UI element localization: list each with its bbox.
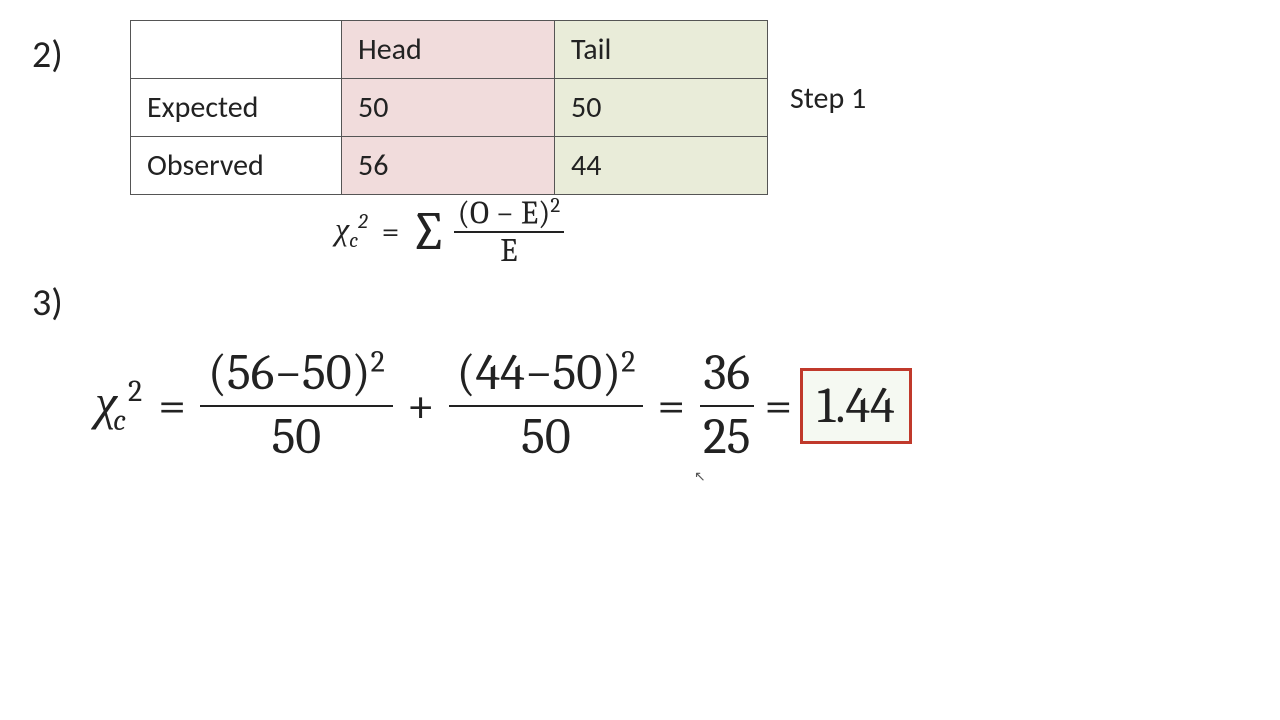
calc-term2-num-sup: 2 xyxy=(621,344,635,379)
formula-sub: c xyxy=(349,229,358,253)
table-header-head: Head xyxy=(342,21,555,79)
cursor-icon: ↖ xyxy=(694,468,706,485)
result-box: 1.44 xyxy=(800,368,912,444)
table-observed-head: 56 xyxy=(342,137,555,195)
calc-equals-1: = xyxy=(158,377,186,435)
step-label: Step 1 xyxy=(790,80,866,117)
table-corner-cell xyxy=(131,21,342,79)
calc-equals-3: = xyxy=(764,377,792,435)
calc-sup: 2 xyxy=(128,374,142,409)
formula-numerator: (O − E) xyxy=(458,195,551,232)
table-row-observed-label: Observed xyxy=(131,137,342,195)
calc-term1-den: 50 xyxy=(264,407,330,467)
table-header-tail: Tail xyxy=(555,21,768,79)
calc-sub: c xyxy=(113,403,126,438)
sigma-icon: ∑ xyxy=(409,205,447,259)
calc-equals-2: = xyxy=(657,377,685,435)
table-expected-tail: 50 xyxy=(555,79,768,137)
formula-num-sup: 2 xyxy=(550,194,560,218)
calc-term1-num-sup: 2 xyxy=(371,344,385,379)
formula-fraction: (O − E)2 E xyxy=(454,195,565,268)
formula-denominator: E xyxy=(496,233,521,268)
calc-term-2: (44−50)2 50 xyxy=(449,345,644,466)
contingency-table: Head Tail Expected 50 50 Observed 56 44 xyxy=(130,20,768,195)
formula-chi: χ xyxy=(335,211,349,248)
calc-term2-num-base: (44−50) xyxy=(457,344,622,402)
calc-plus: + xyxy=(407,377,435,435)
question-number-3: 3) xyxy=(32,280,63,326)
calc-frac3-den: 25 xyxy=(699,407,754,467)
table-expected-head: 50 xyxy=(342,79,555,137)
calc-fraction-simplified: 36 25 xyxy=(699,345,754,466)
calc-result: 1.44 xyxy=(817,377,895,435)
table-row-expected-label: Expected xyxy=(131,79,342,137)
calc-frac3-num: 36 xyxy=(700,345,755,407)
calc-term2-den: 50 xyxy=(513,407,579,467)
chi-square-calculation: χc2 = (56−50)2 50 + (44−50)2 50 = 36 25 … xyxy=(95,345,912,466)
chi-square-formula: χc2 = ∑ (O − E)2 E xyxy=(335,195,564,268)
calc-term1-num-base: (56−50) xyxy=(208,344,371,402)
question-number-2: 2) xyxy=(32,32,63,78)
formula-equals: = xyxy=(382,213,400,250)
calc-term-1: (56−50)2 50 xyxy=(200,345,393,466)
table-observed-tail: 44 xyxy=(555,137,768,195)
formula-sup: 2 xyxy=(358,210,368,234)
